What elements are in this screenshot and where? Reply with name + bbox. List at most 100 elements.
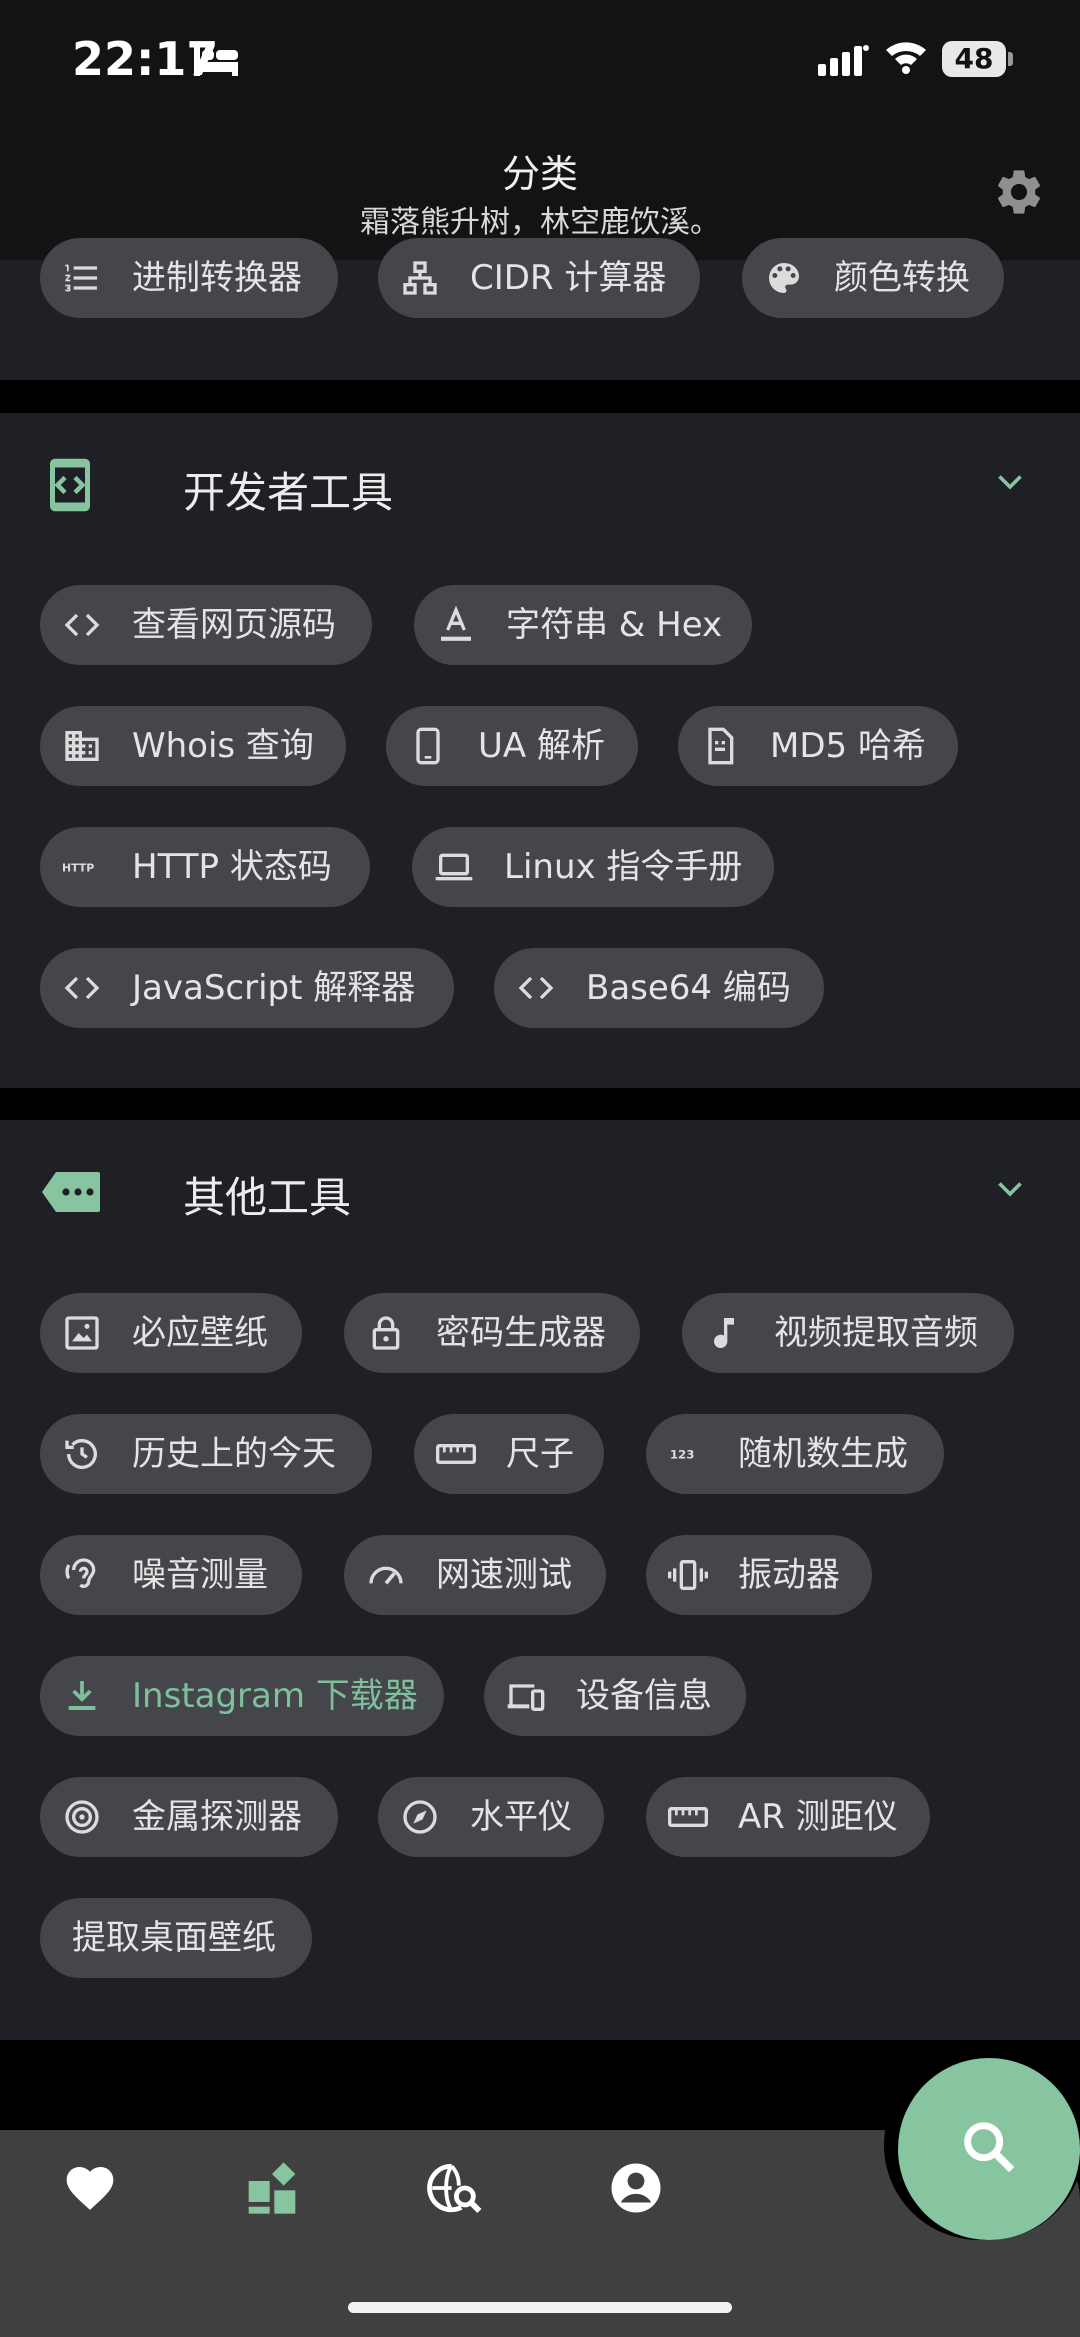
chip-vibrator[interactable]: 振动器 [646,1535,872,1615]
chevron-down-icon[interactable] [992,463,1028,503]
page-subtitle: 霜落熊升树，林空鹿饮溪。 [360,205,720,240]
chip-label: 网速测试 [436,1555,572,1595]
chip-instagram-downloader[interactable]: Instagram 下载器 [40,1656,444,1736]
chip-http-status[interactable]: HTTP HTTP 状态码 [40,827,370,907]
chip-string-hex[interactable]: 字符串 & Hex [414,585,752,665]
chip-video-audio-extract[interactable]: 视频提取音频 [682,1293,1014,1373]
ruler-icon [436,1434,476,1474]
palette-icon [764,258,804,298]
phone-icon [408,726,448,766]
file-icon [700,726,740,766]
chip-label: 尺子 [506,1434,574,1474]
chip-label: Linux 指令手册 [504,847,743,887]
chip-whois[interactable]: Whois 查询 [40,706,346,786]
chip-base-converter[interactable]: 进制转换器 [40,238,338,318]
tag-dots-icon [40,1170,102,1218]
chip-label: 设备信息 [576,1676,712,1716]
history-icon [62,1434,102,1474]
battery-level: 48 [942,41,1006,77]
building-icon [62,726,102,766]
laptop-icon [434,847,474,887]
chip-label: Instagram 下载器 [132,1676,418,1716]
chip-ar-rangefinder[interactable]: AR 测距仪 [646,1777,930,1857]
chip-label: 必应壁纸 [132,1313,268,1353]
nav-categories[interactable] [242,2160,302,2220]
chip-label: 随机数生成 [738,1434,908,1474]
chip-label: 金属探测器 [132,1797,302,1837]
chip-speed-test[interactable]: 网速测试 [344,1535,606,1615]
chip-password-generator[interactable]: 密码生成器 [344,1293,640,1373]
chip-label: Whois 查询 [132,726,314,766]
nav-account[interactable] [606,2160,666,2220]
svg-text:HTTP: HTTP [62,862,94,875]
chip-bing-wallpaper[interactable]: 必应壁纸 [40,1293,302,1373]
chip-label: Base64 编码 [586,968,791,1008]
chip-extract-desktop-wallpaper[interactable]: 提取桌面壁纸 [40,1898,312,1978]
chip-noise-meter[interactable]: 噪音测量 [40,1535,302,1615]
nav-favorites[interactable] [60,2160,120,2220]
chip-cidr-calculator[interactable]: CIDR 计算器 [378,238,700,318]
chip-view-page-source[interactable]: 查看网页源码 [40,585,372,665]
chip-linux-manual[interactable]: Linux 指令手册 [412,827,774,907]
chip-history-today[interactable]: 历史上的今天 [40,1414,372,1494]
vibration-icon [668,1555,708,1595]
code-icon [62,605,102,645]
lock-icon [366,1313,406,1353]
wifi-icon [884,38,928,78]
code-icon [516,968,556,1008]
chip-label: 字符串 & Hex [506,605,723,645]
search-icon [957,2115,1021,2183]
section-other-tools: 其他工具 必应壁纸 密码生成器 视频提取音频 历史上的今天 尺子 123 随机数… [0,1120,1080,2040]
chip-label: CIDR 计算器 [470,258,667,298]
chip-metal-detector[interactable]: 金属探测器 [40,1777,338,1857]
chip-level[interactable]: 水平仪 [378,1777,604,1857]
devices-icon [506,1676,546,1716]
image-icon [62,1313,102,1353]
chip-label: MD5 哈希 [770,726,926,766]
chip-label: 提取桌面壁纸 [72,1918,276,1958]
account-icon [608,2160,664,2220]
chip-javascript-interpreter[interactable]: JavaScript 解释器 [40,948,454,1028]
chip-color-converter[interactable]: 颜色转换 [742,238,1004,318]
compass-icon [400,1797,440,1837]
section-title-other[interactable]: 其他工具 [183,1164,351,1225]
home-indicator[interactable] [348,2302,732,2313]
chip-md5-hash[interactable]: MD5 哈希 [678,706,958,786]
ruler-icon [668,1797,708,1837]
globe-search-icon [425,2159,483,2221]
chip-label: HTTP 状态码 [132,847,332,887]
chip-random-number[interactable]: 123 随机数生成 [646,1414,944,1494]
section-developer-tools: 开发者工具 查看网页源码 字符串 & Hex Whois 查询 UA 解析 MD… [0,413,1080,1088]
ear-icon [62,1555,102,1595]
chip-ua-parser[interactable]: UA 解析 [386,706,638,786]
cellular-signal-icon [818,44,870,80]
section-converters: 进制转换器 CIDR 计算器 颜色转换 [0,238,1080,380]
chip-base64[interactable]: Base64 编码 [494,948,824,1028]
chevron-down-icon[interactable] [992,1170,1028,1210]
battery-tip [1008,52,1013,66]
status-bar: 22:17 48 [0,0,1080,125]
search-fab[interactable] [898,2058,1080,2240]
chip-label: 噪音测量 [132,1555,268,1595]
speedometer-icon [366,1555,406,1595]
chip-label: 进制转换器 [132,258,302,298]
chip-ruler[interactable]: 尺子 [414,1414,604,1494]
chip-label: 水平仪 [470,1797,572,1837]
chip-label: 振动器 [738,1555,840,1595]
nav-explore[interactable] [424,2160,484,2220]
code-icon [62,968,102,1008]
chip-label: 密码生成器 [436,1313,606,1353]
music-note-icon [704,1313,744,1353]
settings-gear-icon[interactable] [992,165,1046,223]
chip-label: AR 测距仪 [738,1797,898,1837]
section-title-developer[interactable]: 开发者工具 [183,459,393,520]
svg-text:123: 123 [670,1448,695,1462]
widgets-icon [244,2160,300,2220]
heart-icon [62,2160,118,2220]
code-bracket-icon [40,455,100,519]
chip-label: 历史上的今天 [132,1434,336,1474]
page-title: 分类 [501,152,578,196]
chip-device-info[interactable]: 设备信息 [484,1656,746,1736]
chip-label: 颜色转换 [834,258,970,298]
bed-icon [192,42,240,82]
